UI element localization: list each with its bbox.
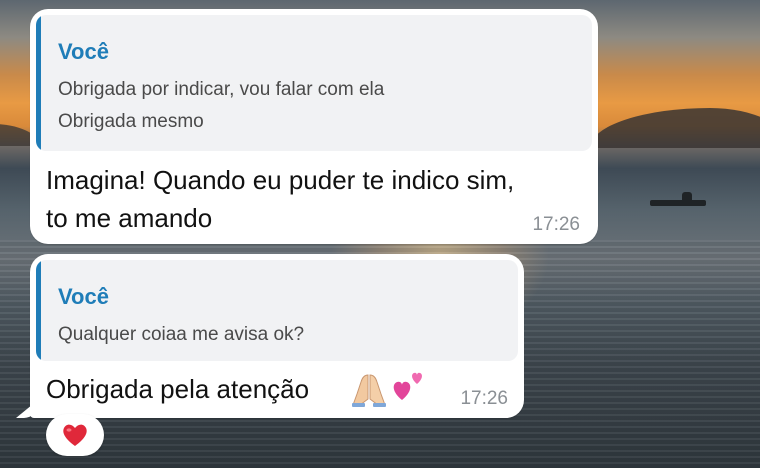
quote-text-line: Obrigada mesmo (58, 111, 204, 132)
message-bubble[interactable]: Você Obrigada por indicar, vou falar com… (30, 9, 598, 244)
message-text-line: to me amando (46, 203, 213, 233)
folded-hands-icon (352, 374, 386, 407)
reply-quote[interactable]: Você Qualquer coiaa me avisa ok? (36, 260, 518, 361)
quote-text-line: Qualquer coiaa me avisa ok? (58, 324, 305, 345)
quote-accent-bar (36, 260, 41, 361)
message-text-line: Obrigada pela atenção (46, 374, 310, 404)
reply-quote[interactable]: Você Obrigada por indicar, vou falar com… (36, 15, 592, 151)
message-timestamp: 17:26 (460, 388, 508, 409)
two-hearts-icon (393, 372, 422, 400)
hill-silhouette (590, 108, 760, 148)
quote-sender: Você (58, 284, 109, 309)
boat-silhouette (650, 192, 706, 206)
message-timestamp: 17:26 (532, 214, 580, 235)
quote-sender: Você (58, 39, 109, 64)
quote-text-line: Obrigada por indicar, vou falar com ela (58, 79, 385, 100)
red-heart-icon (63, 424, 87, 446)
message-text-line: Imagina! Quando eu puder te indico sim, (46, 165, 515, 195)
message-reaction[interactable] (46, 414, 104, 456)
message-bubble[interactable]: Você Qualquer coiaa me avisa ok? Obrigad… (16, 254, 524, 418)
quote-accent-bar (36, 15, 41, 151)
